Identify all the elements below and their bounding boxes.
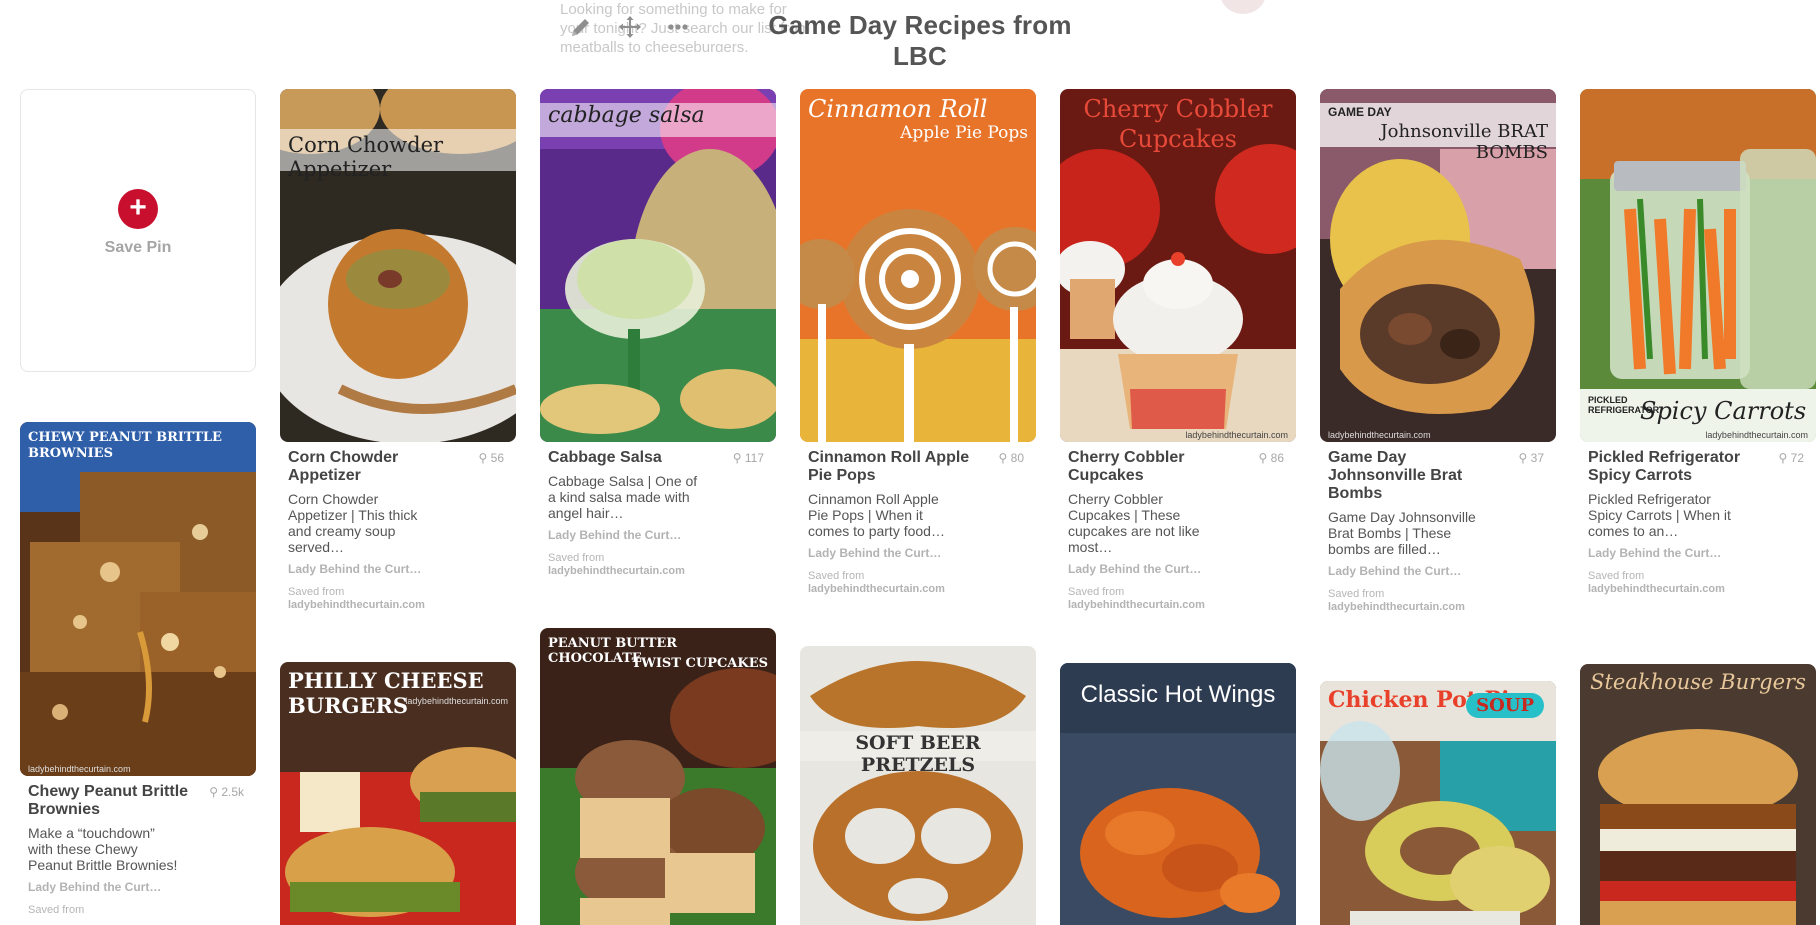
pin-overlay-text: Classic Hot Wings	[1080, 681, 1276, 708]
pin-title[interactable]: Game Day Johnsonville Brat Bombs	[1328, 449, 1498, 503]
pin-image[interactable]: SOFT BEER PRETZELS	[800, 646, 1036, 925]
pin-overlay-text: Cinnamon Roll	[808, 95, 988, 123]
pin-saved-from: Saved from ladybehindthecurtain.com	[288, 586, 425, 611]
pin-card[interactable]: Steakhouse Burgers	[1580, 664, 1816, 925]
pin-watermark: ladybehindthecurtain.com	[405, 696, 508, 706]
pin-source[interactable]: Lady Behind the Curt…	[288, 562, 508, 576]
pin-overlay-subtext: TWIST CUPCAKES	[631, 656, 768, 671]
repin-count: ⚲ 2.5k	[209, 785, 244, 799]
pin-title[interactable]: Cherry Cobbler Cupcakes	[1068, 449, 1238, 485]
pin-watermark: ladybehindthecurtain.com	[1328, 430, 1431, 440]
pin-source[interactable]: Lady Behind the Curt…	[548, 528, 768, 542]
pin-title[interactable]: Cabbage Salsa	[548, 449, 718, 467]
pin-description: Cherry Cobbler Cupcakes | These cupcakes…	[1068, 491, 1200, 555]
pin-saved-from: Saved from ladybehindthecurtain.com	[548, 552, 685, 577]
pin-overlay-text: Johnsonville BRAT BOMBS	[1380, 121, 1548, 163]
pin-overlay-smalltext: GAME DAY	[1328, 105, 1392, 119]
pin-saved-from: Saved from ladybehindthecurtain.com	[808, 570, 945, 595]
pin-source[interactable]: Lady Behind the Curt…	[1328, 564, 1548, 578]
pin-description: Pickled Refrigerator Spicy Carrots | Whe…	[1588, 491, 1731, 539]
pin-description: Cabbage Salsa | One of a kind salsa made…	[548, 473, 698, 521]
pin-watermark: ladybehindthecurtain.com	[1185, 430, 1288, 440]
pin-overlay-subtext: Apple Pie Pops	[900, 123, 1028, 143]
plus-circle-icon: +	[118, 188, 158, 229]
pin-card[interactable]: Chicken Pot Pie SOUP	[1320, 681, 1556, 925]
pin-overlay-text: Spicy Carrots	[1640, 397, 1807, 425]
pin-card[interactable]: PICKLED REFRIGERATOR Spicy Carrots ladyb…	[1580, 89, 1816, 596]
pin-overlay-text: Cherry Cobbler	[1083, 95, 1273, 123]
pin-image[interactable]: Cinnamon Roll Apple Pie Pops	[800, 89, 1036, 442]
pin-card[interactable]: Cherry Cobbler Cupcakes ladybehindthecur…	[1060, 89, 1296, 612]
pin-saved-from: Saved from ladybehindthecurtain.com	[1328, 588, 1465, 613]
pin-image[interactable]: cabbage salsa	[540, 89, 776, 442]
repin-count: ⚲ 117	[732, 451, 764, 465]
pin-source[interactable]: Lady Behind the Curt…	[1068, 562, 1288, 576]
pin-overlay-text: cabbage salsa	[548, 103, 705, 128]
pin-description: Cinnamon Roll Apple Pie Pops | When it c…	[808, 491, 945, 539]
pin-image[interactable]: PEANUT BUTTER CHOCOLATE TWIST CUPCAKES	[540, 628, 776, 925]
pin-watermark: ladybehindthecurtain.com	[28, 764, 131, 774]
pin-overlay-text: PHILLY CHEESE BURGERS	[288, 668, 484, 718]
board-header: Looking for something to make for your t…	[0, 0, 1820, 71]
pin-card[interactable]: CHEWY PEANUT BRITTLE BROWNIES ladybehind…	[20, 422, 256, 917]
pin-overlay-smalltext: PICKLED REFRIGERATOR	[1588, 395, 1660, 415]
avatar[interactable]	[1220, 0, 1266, 14]
board-title: Game Day Recipes from LBC	[768, 10, 1072, 71]
pin-watermark: ladybehindthecurtain.com	[1705, 430, 1808, 440]
pin-title[interactable]: Cinnamon Roll Apple Pie Pops	[808, 449, 978, 485]
pin-card[interactable]: cabbage salsa Cabbage Salsa ⚲ 117 Cabbag…	[540, 89, 776, 578]
pin-overlay-text: SOFT BEER PRETZELS	[855, 732, 981, 776]
pin-title[interactable]: Chewy Peanut Brittle Brownies	[28, 783, 198, 819]
ellipsis-icon[interactable]	[663, 12, 693, 42]
pin-overlay-text: Corn Chowder Appetizer	[288, 133, 444, 181]
pin-image[interactable]: Classic Hot Wings	[1060, 663, 1296, 925]
pin-card[interactable]: Corn Chowder Appetizer Corn Chowder Appe…	[280, 89, 516, 612]
pin-description: Corn Chowder Appetizer | This thick and …	[288, 491, 418, 555]
pin-card[interactable]: Cinnamon Roll Apple Pie Pops Cinnamon Ro…	[800, 89, 1036, 596]
pin-source[interactable]: Lady Behind the Curt…	[808, 546, 1028, 560]
pin-overlay-subtext: Cupcakes	[1119, 125, 1237, 153]
pin-description: Make a “touchdown” with these Chewy Pean…	[28, 825, 178, 873]
repin-count: ⚲ 37	[1518, 451, 1544, 465]
repin-count: ⚲ 86	[1258, 451, 1284, 465]
move-arrows-icon[interactable]	[615, 12, 645, 42]
pin-title[interactable]: Corn Chowder Appetizer	[288, 449, 458, 485]
pin-image[interactable]: Steakhouse Burgers	[1580, 664, 1816, 925]
pin-saved-from: Saved from ladybehindthecurtain.com	[1068, 586, 1205, 611]
pin-title[interactable]: Pickled Refrigerator Spicy Carrots	[1588, 449, 1758, 485]
pin-source[interactable]: Lady Behind the Curt…	[1588, 546, 1808, 560]
pin-image[interactable]: Corn Chowder Appetizer	[280, 89, 516, 442]
pin-card[interactable]: GAME DAY Johnsonville BRAT BOMBS ladybeh…	[1320, 89, 1556, 614]
pin-overlay-text: CHEWY PEANUT BRITTLE BROWNIES	[28, 430, 222, 461]
pin-saved-from: Saved from	[28, 904, 85, 916]
pin-card[interactable]: SOFT BEER PRETZELS	[800, 646, 1036, 925]
save-pin-label: Save Pin	[104, 238, 172, 256]
pin-card[interactable]: PEANUT BUTTER CHOCOLATE TWIST CUPCAKES	[540, 628, 776, 925]
pin-image[interactable]: CHEWY PEANUT BRITTLE BROWNIES ladybehind…	[20, 422, 256, 776]
pin-description: Game Day Johnsonville Brat Bombs | These…	[1328, 509, 1476, 557]
pin-card[interactable]: Classic Hot Wings	[1060, 663, 1296, 925]
pin-overlay-text: Steakhouse Burgers	[1590, 670, 1806, 694]
pencil-icon[interactable]	[566, 12, 596, 42]
save-pin-button[interactable]: + Save Pin	[20, 89, 256, 372]
pin-image[interactable]: PHILLY CHEESE BURGERS ladybehindthecurta…	[280, 662, 516, 925]
pin-image[interactable]: Chicken Pot Pie SOUP	[1320, 681, 1556, 925]
pin-card[interactable]: PHILLY CHEESE BURGERS ladybehindthecurta…	[280, 662, 516, 925]
repin-count: ⚲ 56	[478, 451, 504, 465]
pin-image[interactable]: PICKLED REFRIGERATOR Spicy Carrots ladyb…	[1580, 89, 1816, 442]
repin-count: ⚲ 72	[1778, 451, 1804, 465]
pin-image[interactable]: Cherry Cobbler Cupcakes ladybehindthecur…	[1060, 89, 1296, 442]
pin-source[interactable]: Lady Behind the Curt…	[28, 880, 248, 894]
repin-count: ⚲ 80	[998, 451, 1024, 465]
pin-saved-from: Saved from ladybehindthecurtain.com	[1588, 570, 1725, 595]
pin-image[interactable]: GAME DAY Johnsonville BRAT BOMBS ladybeh…	[1320, 89, 1556, 442]
pin-overlay-subtext: SOUP	[1466, 693, 1544, 718]
